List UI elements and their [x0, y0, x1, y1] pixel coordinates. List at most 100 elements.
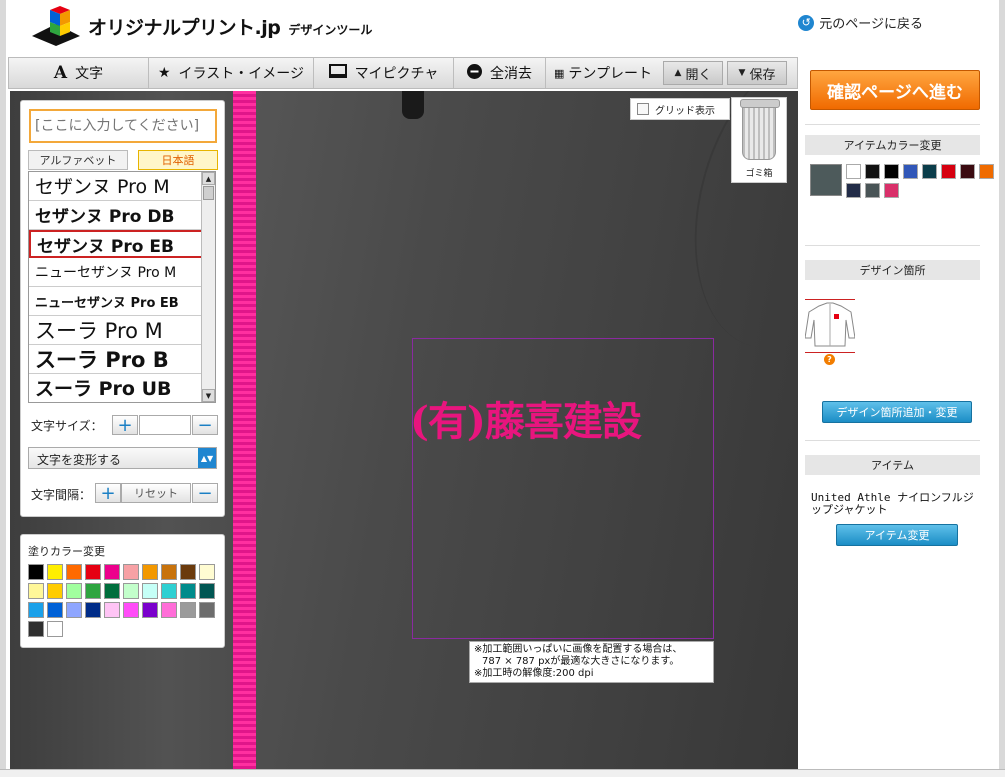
item-color-swatch[interactable] — [960, 164, 975, 179]
text-tool-button[interactable]: A 文字 — [9, 58, 149, 88]
down-arrow-icon: ▼ — [738, 68, 746, 78]
spacing-reset-button[interactable]: リセット — [121, 483, 191, 503]
fill-color-title: 塗りカラー変更 — [28, 545, 105, 558]
back-link[interactable]: ↺ 元のページに戻る — [798, 13, 923, 32]
item-color-swatch[interactable] — [846, 164, 861, 179]
logo[interactable]: オリジナルプリント.jp デザインツール — [30, 6, 372, 46]
fill-color-swatch[interactable] — [47, 583, 63, 599]
item-color-swatch[interactable] — [884, 183, 899, 198]
font-item[interactable]: ニューセザンヌ Pro EB — [29, 287, 203, 316]
zipper-pull — [402, 91, 424, 119]
save-button[interactable]: ▼ 保存 — [727, 61, 787, 85]
template-button[interactable]: ▦ テンプレート — [546, 58, 660, 88]
item-color-swatch[interactable] — [846, 183, 861, 198]
fill-color-swatch[interactable] — [199, 564, 215, 580]
fill-color-swatch[interactable] — [104, 602, 120, 618]
spacing-decrease-button[interactable]: − — [192, 483, 218, 504]
toolbar: A 文字 ★ イラスト・イメージ マイピクチャ 全消去 ▦ テンプレート ▲ 開… — [8, 57, 798, 89]
help-icon[interactable]: ? — [824, 354, 835, 365]
item-color-swatch[interactable] — [922, 164, 937, 179]
font-list-scrollbar[interactable]: ▲ ▼ — [201, 172, 215, 402]
minus-circle-icon — [467, 63, 482, 83]
fill-color-swatch[interactable] — [142, 564, 158, 580]
fill-color-swatch[interactable] — [180, 602, 196, 618]
fill-color-swatch[interactable] — [28, 621, 44, 637]
star-icon: ★ — [157, 65, 171, 81]
fill-color-swatch[interactable] — [47, 564, 63, 580]
logo-text: オリジナルプリント.jp — [88, 16, 281, 39]
text-tool-label: 文字 — [75, 66, 104, 82]
fill-color-swatch[interactable] — [104, 583, 120, 599]
fill-color-swatch[interactable] — [180, 583, 196, 599]
jacket-zipper — [233, 91, 256, 769]
fill-color-swatch[interactable] — [66, 583, 82, 599]
text-input[interactable] — [29, 109, 217, 143]
clear-all-button[interactable]: 全消去 — [454, 58, 546, 88]
font-size-increase-button[interactable]: + — [112, 415, 138, 436]
tab-japanese[interactable]: 日本語 — [138, 150, 218, 170]
fill-color-swatch[interactable] — [85, 564, 101, 580]
item-color-swatch[interactable] — [865, 183, 880, 198]
font-item[interactable]: ニューセザンヌ Pro M — [29, 258, 203, 288]
fill-color-swatch[interactable] — [161, 602, 177, 618]
transform-select[interactable]: 文字を変形する ▲▼ — [28, 447, 217, 469]
font-item-selected[interactable]: セザンヌ Pro EB — [29, 229, 203, 259]
scroll-thumb[interactable] — [203, 186, 214, 200]
font-item[interactable]: スーラ Pro B — [29, 345, 203, 374]
add-location-button[interactable]: デザイン箇所追加・変更 — [822, 401, 972, 423]
design-text-object[interactable]: (有)藤喜建設 — [410, 389, 642, 447]
fill-color-swatch[interactable] — [123, 583, 139, 599]
fill-color-swatch[interactable] — [47, 602, 63, 618]
font-item[interactable]: セザンヌ Pro M — [29, 172, 203, 201]
monitor-icon — [328, 63, 347, 83]
tab-alphabet[interactable]: アルファベット — [28, 150, 128, 170]
fill-color-swatch[interactable] — [28, 564, 44, 580]
fill-color-swatch[interactable] — [28, 602, 44, 618]
scroll-up-icon[interactable]: ▲ — [202, 172, 215, 185]
fill-color-swatch[interactable] — [104, 564, 120, 580]
grid-checkbox[interactable] — [637, 103, 649, 115]
fill-color-swatch[interactable] — [180, 564, 196, 580]
font-size-decrease-button[interactable]: − — [192, 415, 218, 436]
item-color-swatch[interactable] — [941, 164, 956, 179]
fill-color-swatch[interactable] — [85, 583, 101, 599]
illust-tool-button[interactable]: ★ イラスト・イメージ — [149, 58, 314, 88]
template-label: テンプレート — [568, 66, 652, 82]
back-link-label: 元のページに戻る — [819, 17, 923, 32]
taskbar — [0, 769, 1005, 777]
fill-color-swatch[interactable] — [199, 602, 215, 618]
fill-color-swatch[interactable] — [66, 602, 82, 618]
font-item[interactable]: セザンヌ Pro DB — [29, 201, 203, 230]
item-color-swatch[interactable] — [903, 164, 918, 179]
trash-button[interactable]: ゴミ箱 — [731, 97, 787, 183]
fill-color-swatch[interactable] — [161, 583, 177, 599]
confirm-button[interactable]: 確認ページへ進む — [810, 70, 980, 110]
grid-toggle[interactable]: グリッド表示 — [630, 98, 730, 120]
fill-color-swatch[interactable] — [142, 602, 158, 618]
spacing-increase-button[interactable]: + — [95, 483, 121, 504]
fill-color-swatch[interactable] — [66, 564, 82, 580]
font-item[interactable]: スーラ Pro M — [29, 316, 203, 345]
fill-color-swatch[interactable] — [199, 583, 215, 599]
fill-color-swatch[interactable] — [161, 564, 177, 580]
item-color-swatch[interactable] — [865, 164, 880, 179]
open-button[interactable]: ▲ 開く — [663, 61, 723, 85]
fill-color-swatch[interactable] — [85, 602, 101, 618]
fill-color-swatch[interactable] — [142, 583, 158, 599]
scroll-down-icon[interactable]: ▼ — [202, 389, 215, 402]
fill-color-swatch[interactable] — [28, 583, 44, 599]
change-item-button[interactable]: アイテム変更 — [836, 524, 958, 546]
fill-color-swatch[interactable] — [123, 564, 139, 580]
item-name: United Athle ナイロンフルジップジャケット — [811, 491, 974, 516]
font-item[interactable]: スーラ Pro UB — [29, 374, 203, 402]
font-size-input[interactable] — [139, 415, 191, 435]
front-location-thumbnail[interactable] — [804, 299, 856, 353]
item-color-swatch[interactable] — [884, 164, 899, 179]
item-color-swatch[interactable] — [979, 164, 994, 179]
back-arrow-icon: ↺ — [798, 14, 815, 31]
fill-color-swatch[interactable] — [123, 602, 139, 618]
mypicture-tool-button[interactable]: マイピクチャ — [314, 58, 454, 88]
note-line-1: ※加工範囲いっぱいに画像を配置する場合は、 — [474, 644, 683, 655]
fill-color-swatch[interactable] — [47, 621, 63, 637]
note-line-2: 787 × 787 pxが最適な大きさになります。 — [482, 656, 680, 667]
